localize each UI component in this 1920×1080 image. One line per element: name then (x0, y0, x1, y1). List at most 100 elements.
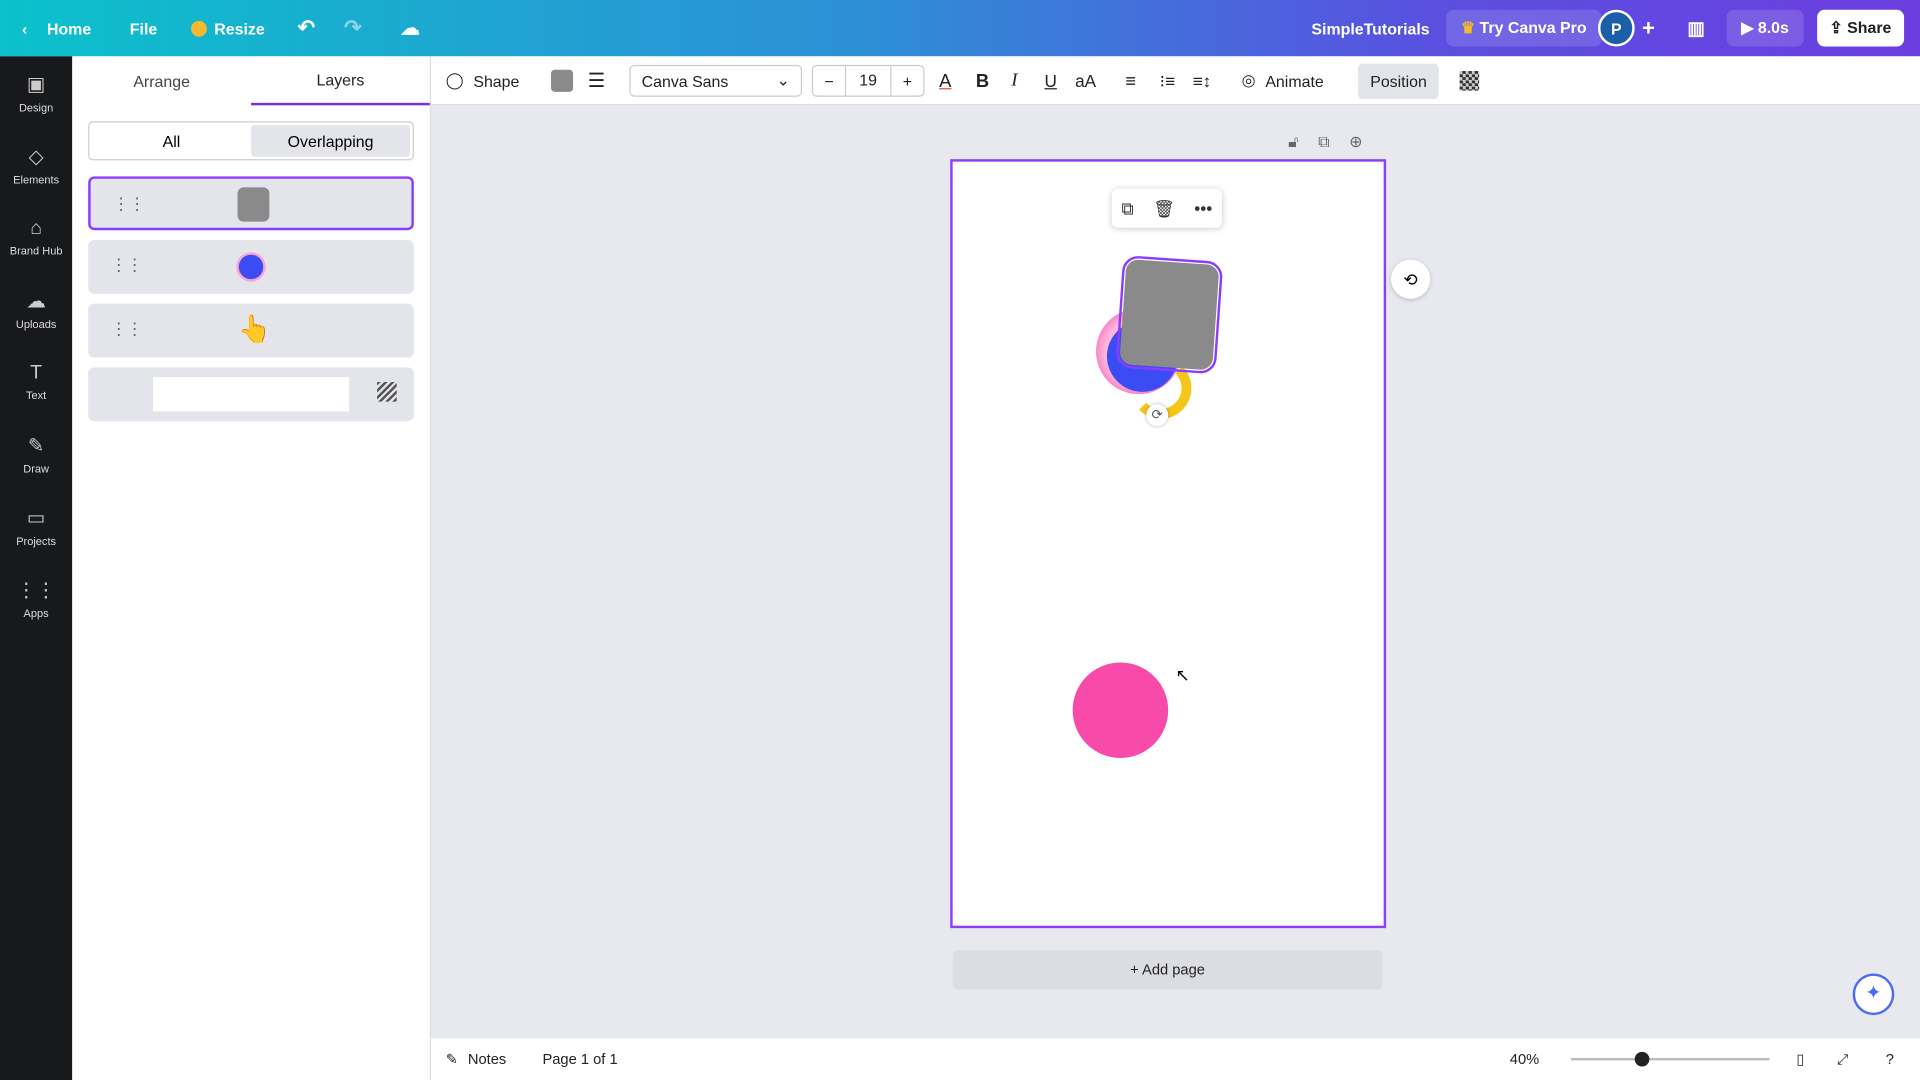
notes-button[interactable]: ✎ Notes (446, 1038, 507, 1080)
analytics-icon[interactable]: ▥ (1687, 0, 1704, 56)
zoom-level[interactable]: 40% (1510, 1038, 1539, 1080)
chevron-down-icon: ⌄ (776, 71, 790, 90)
magic-button[interactable]: ✦ (1852, 973, 1895, 1016)
font-size-stepper[interactable]: −19 + (811, 64, 925, 97)
rotate-handle-icon[interactable]: ⟳ (1146, 404, 1169, 427)
resize-button[interactable]: Resize (191, 0, 265, 56)
uploads-icon: ☁ (26, 290, 46, 312)
rail-item-label: Elements (13, 173, 60, 186)
case-icon[interactable]: aA (1075, 56, 1096, 105)
elements-icon: ◇ (28, 146, 44, 168)
design-page[interactable]: ⧉ 🗑︎ ••• ⟳ (950, 159, 1387, 929)
rail-item-label: Text (26, 388, 47, 402)
page-view-icon[interactable]: ▯ (1796, 1038, 1804, 1080)
home-button[interactable]: ‹ Home (22, 0, 91, 56)
pink-circle[interactable] (1072, 662, 1169, 758)
bold-icon[interactable]: B (976, 56, 989, 105)
decrease-icon[interactable]: − (813, 72, 845, 90)
font-select[interactable]: Canva Sans ⌄ (629, 64, 803, 97)
page-indicator[interactable]: Page 1 of 1 (542, 1038, 617, 1080)
redo-icon[interactable]: ↷ (344, 0, 361, 56)
drag-handle-icon[interactable]: ⋮⋮ (110, 255, 143, 276)
layer-item[interactable]: ⋮⋮ 👆 (88, 303, 414, 358)
gray-rounded-square[interactable] (1115, 255, 1224, 375)
draw-icon: ✎ (27, 435, 45, 457)
element-context-menu: ⧉ 🗑︎ ••• (1111, 188, 1223, 228)
rail-item-label: Uploads (15, 317, 57, 331)
file-menu[interactable]: File (130, 0, 157, 56)
layer-item[interactable]: ⋮⋮ (88, 176, 414, 231)
fullscreen-icon[interactable]: ⤢ (1837, 1038, 1849, 1080)
play-icon: ▶ (1741, 18, 1758, 37)
rail-item-uploads[interactable]: ☁ Uploads (0, 273, 72, 345)
delete-icon[interactable]: 🗑︎ (1153, 198, 1175, 219)
projects-icon: ▭ (26, 507, 46, 529)
fill-color-swatch[interactable] (551, 69, 574, 92)
more-icon[interactable]: ••• (1194, 198, 1212, 218)
rail-item-design[interactable]: ▣ Design (0, 56, 72, 128)
italic-icon[interactable]: I (1011, 56, 1017, 105)
avatar[interactable]: P (1597, 9, 1635, 47)
apps-icon: ⋮⋮ (16, 579, 56, 601)
rail-item-label: Design (18, 101, 54, 114)
tab-arrange[interactable]: Arrange (72, 56, 251, 105)
cloud-saved-icon[interactable]: ☁ (400, 0, 420, 56)
undo-icon[interactable]: ↶ (298, 0, 315, 56)
chevron-left-icon: ‹ (22, 18, 28, 38)
crown-icon (191, 20, 207, 37)
editor-toolbar: ◯ Shape ☰ Canva Sans ⌄ −19 + A B I U aA ≡ ⁝… (431, 56, 1920, 106)
tab-layers[interactable]: Layers (251, 56, 430, 106)
layer-item[interactable]: ⋮⋮ (88, 240, 414, 294)
rail-item-projects[interactable]: ▭ Projects (0, 490, 72, 562)
assistant-button[interactable]: ⟲ (1391, 259, 1431, 299)
align-center-icon[interactable]: ≡ (1125, 56, 1136, 105)
add-page-button[interactable]: + Add page (952, 950, 1383, 990)
copy-icon[interactable]: ⧉ (1122, 198, 1134, 219)
increase-icon[interactable]: + (891, 72, 923, 90)
rail-item-label: Brand Hub (9, 244, 63, 257)
border-style-icon[interactable]: ☰ (588, 56, 606, 105)
rail-item-text[interactable]: T Text (0, 345, 72, 417)
side-rail: ▣ Design ◇ Elements ⌂ Brand Hub ☁ Uploads T Text ✎… (0, 56, 73, 1080)
vertical-scrollbar[interactable] (1904, 110, 1916, 1016)
list-icon[interactable]: ⁝≡ (1160, 56, 1175, 105)
rail-item-brand-hub[interactable]: ⌂ Brand Hub (0, 201, 72, 273)
rail-item-elements[interactable]: ◇ Elements (0, 129, 72, 201)
position-button[interactable]: Position (1357, 63, 1440, 99)
rail-item-label: Apps (23, 606, 49, 619)
duplicate-page-icon[interactable]: ⧉ (1318, 132, 1329, 152)
rail-item-label: Projects (16, 534, 57, 547)
hand-sticker-thumbnail: 👆 (237, 313, 272, 345)
underline-icon[interactable]: U (1044, 56, 1056, 105)
add-icon[interactable]: + (1642, 0, 1655, 56)
crown-icon: ♛ (1460, 18, 1480, 37)
shape-icon: ◯ (445, 71, 464, 90)
help-icon[interactable]: ? (1886, 1038, 1894, 1080)
drag-handle-icon[interactable]: ⋮⋮ (110, 318, 143, 339)
add-page-icon[interactable]: ⊕ (1349, 132, 1362, 152)
layers-panel: Arrange Layers All Overlapping ⋮⋮ ⋮⋮ ⋮⋮ 👆 (72, 56, 432, 1080)
animate-button[interactable]: ◎ Animate (1242, 56, 1324, 105)
team-name[interactable]: SimpleTutorials (1311, 0, 1429, 56)
design-icon: ▣ (26, 74, 46, 95)
bottom-bar: ✎ Notes Page 1 of 1 40% ▯ ⤢ ? (431, 1038, 1920, 1080)
spacing-icon[interactable]: ≡↕ (1193, 56, 1212, 105)
lock-icon[interactable]: 🔓︎ (1288, 132, 1298, 152)
transparency-icon[interactable] (1459, 71, 1480, 91)
zoom-slider[interactable] (1571, 1051, 1770, 1067)
shape-button[interactable]: ◯ Shape (446, 56, 520, 105)
filter-overlapping[interactable]: Overlapping (251, 124, 411, 157)
top-bar: ‹ Home File Resize ↶ ↷ ☁ SimpleTutorials … (0, 0, 1920, 57)
zoom-slider-thumb[interactable] (1634, 1051, 1650, 1067)
share-button[interactable]: ⇪ Share (1817, 9, 1904, 47)
filter-all[interactable]: All (92, 125, 251, 157)
rail-item-draw[interactable]: ✎ Draw (0, 418, 72, 490)
circle-thumbnail (238, 254, 264, 280)
rail-item-label: Draw (23, 462, 49, 475)
drag-handle-icon[interactable]: ⋮⋮ (113, 193, 146, 214)
layer-background[interactable] (88, 367, 414, 422)
rail-item-apps[interactable]: ⋮⋮ Apps (0, 562, 72, 634)
present-button[interactable]: ▶ 8.0s (1726, 9, 1804, 47)
text-color-icon[interactable]: A (939, 56, 951, 105)
try-pro-button[interactable]: ♛ Try Canva Pro (1446, 9, 1602, 47)
